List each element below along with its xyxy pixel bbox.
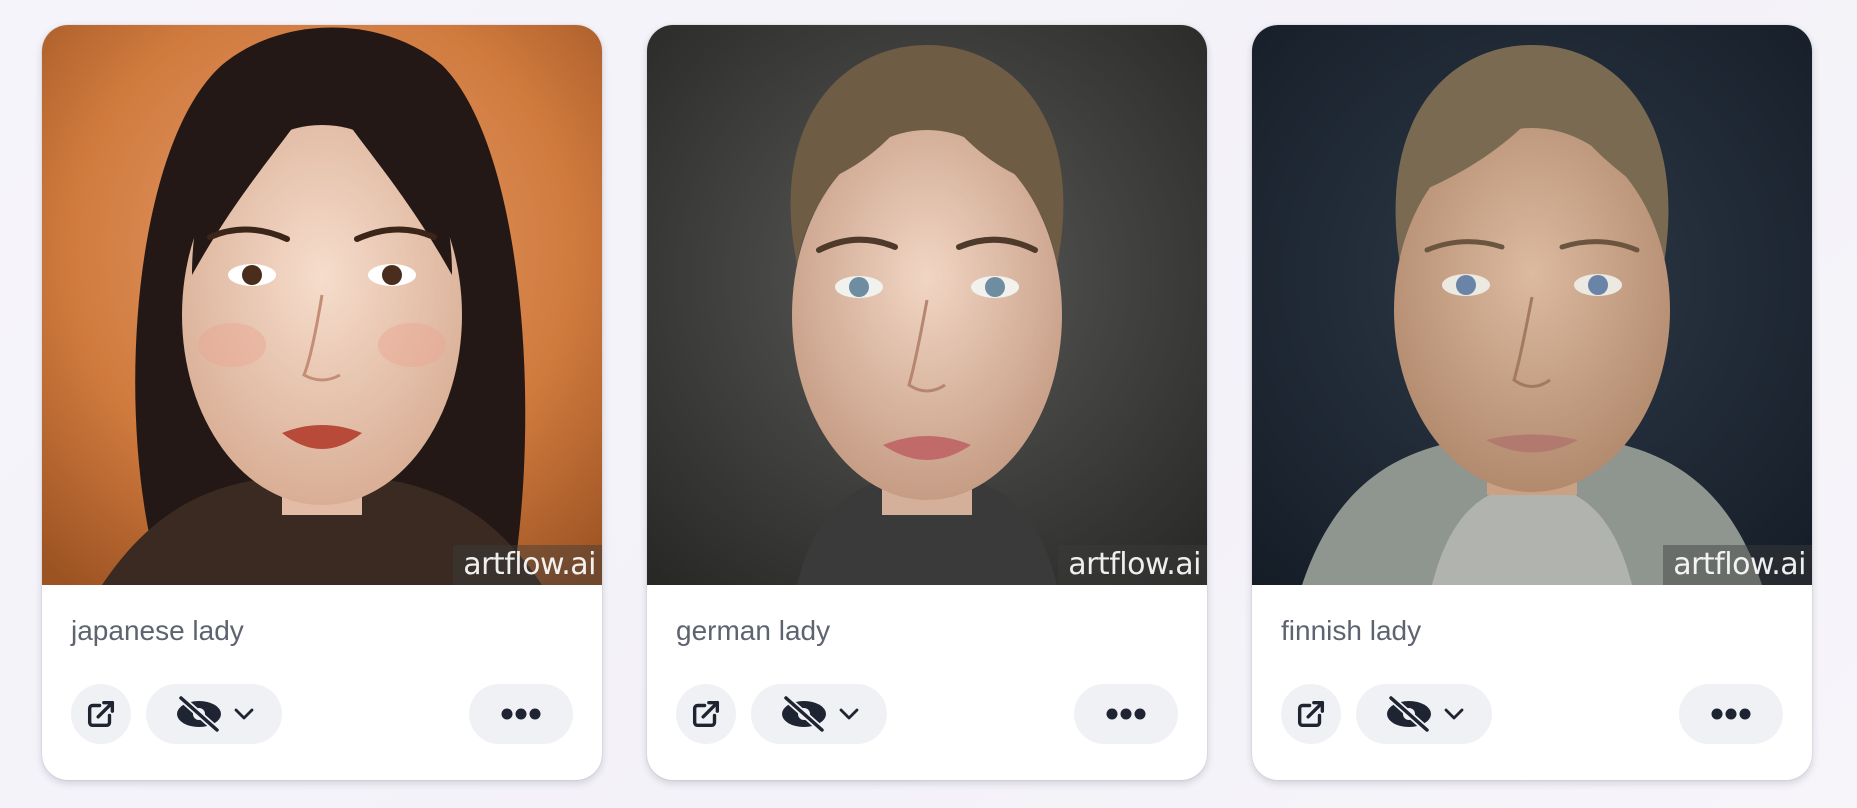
image-card[interactable]: artflow.ai finnish lady: [1252, 25, 1812, 780]
more-options-button[interactable]: [1074, 684, 1178, 744]
card-title: german lady: [676, 615, 831, 646]
portrait-image[interactable]: artflow.ai: [42, 25, 602, 585]
ellipsis-icon: [1710, 708, 1752, 720]
eye-slash-icon: [1383, 694, 1435, 734]
chevron-down-icon: [233, 706, 255, 722]
visibility-dropdown[interactable]: [146, 684, 282, 744]
card-title: finnish lady: [1281, 615, 1422, 646]
image-card[interactable]: artflow.ai japanese lady: [42, 25, 602, 780]
open-button[interactable]: [71, 684, 131, 744]
watermark: artflow.ai: [1058, 545, 1207, 585]
ellipsis-icon: [500, 708, 542, 720]
external-link-icon: [84, 697, 118, 731]
image-card[interactable]: artflow.ai german lady: [647, 25, 1207, 780]
external-link-icon: [689, 697, 723, 731]
eye-slash-icon: [778, 694, 830, 734]
ellipsis-icon: [1105, 708, 1147, 720]
card-title: japanese lady: [71, 615, 244, 646]
watermark: artflow.ai: [1663, 545, 1812, 585]
portrait-image[interactable]: artflow.ai: [647, 25, 1207, 585]
chevron-down-icon: [838, 706, 860, 722]
visibility-dropdown[interactable]: [751, 684, 887, 744]
watermark: artflow.ai: [453, 545, 602, 585]
chevron-down-icon: [1443, 706, 1465, 722]
open-button[interactable]: [676, 684, 736, 744]
visibility-dropdown[interactable]: [1356, 684, 1492, 744]
more-options-button[interactable]: [1679, 684, 1783, 744]
open-button[interactable]: [1281, 684, 1341, 744]
portrait-image[interactable]: artflow.ai: [1252, 25, 1812, 585]
more-options-button[interactable]: [469, 684, 573, 744]
external-link-icon: [1294, 697, 1328, 731]
eye-slash-icon: [173, 694, 225, 734]
